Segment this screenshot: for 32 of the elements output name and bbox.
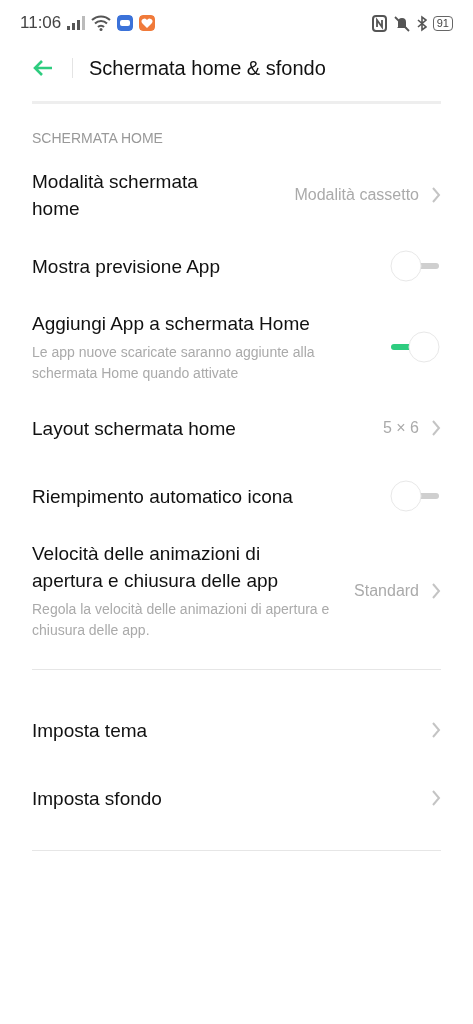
chevron-right-icon xyxy=(431,789,441,807)
signal-icon xyxy=(67,16,86,30)
chevron-right-icon xyxy=(431,581,441,600)
setting-label[interactable]: Velocità delle animazioni di apertura e chiusura delle app xyxy=(32,540,312,594)
setting-label[interactable]: Layout schermata home xyxy=(32,414,371,442)
setting-value: Modalità cassetto xyxy=(294,186,419,204)
page-title: Schermata home & sfondo xyxy=(89,56,326,80)
nfc-icon xyxy=(371,14,387,32)
setting-description: Le app nuove scaricate saranno aggiunte alla schermata Home quando attivate xyxy=(32,343,316,383)
setting-label[interactable]: Aggiungi App a schermata Home xyxy=(32,310,377,337)
section-header: SCHERMATA HOME xyxy=(31,129,164,146)
setting-label[interactable]: Imposta sfondo xyxy=(32,784,419,812)
setting-label[interactable]: Riempimento automatico icona xyxy=(32,482,377,510)
app-notification-icon xyxy=(117,15,134,31)
toggle-switch[interactable] xyxy=(389,330,441,364)
chevron-right-icon xyxy=(431,721,441,739)
chevron-right-icon xyxy=(431,186,441,204)
muted-bell-icon xyxy=(392,14,411,32)
setting-value: 5 × 6 xyxy=(382,419,419,437)
setting-label[interactable]: Modalità schermata home xyxy=(32,168,242,222)
chevron-right-icon xyxy=(431,419,441,437)
toggle-switch[interactable] xyxy=(389,249,441,283)
setting-label[interactable]: Imposta tema xyxy=(32,716,419,744)
setting-label[interactable]: Mostra previsione App xyxy=(32,252,377,280)
status-time: 11:06 xyxy=(20,13,62,33)
battery-indicator: 91 xyxy=(432,15,453,31)
heart-icon xyxy=(139,15,156,31)
setting-value: Standard xyxy=(354,581,419,600)
toggle-switch[interactable] xyxy=(389,479,441,513)
wifi-icon xyxy=(91,15,112,31)
setting-description: Regola la velocità delle animazioni di apertura e chiusura delle app. xyxy=(32,600,331,640)
bluetooth-icon xyxy=(416,14,427,32)
